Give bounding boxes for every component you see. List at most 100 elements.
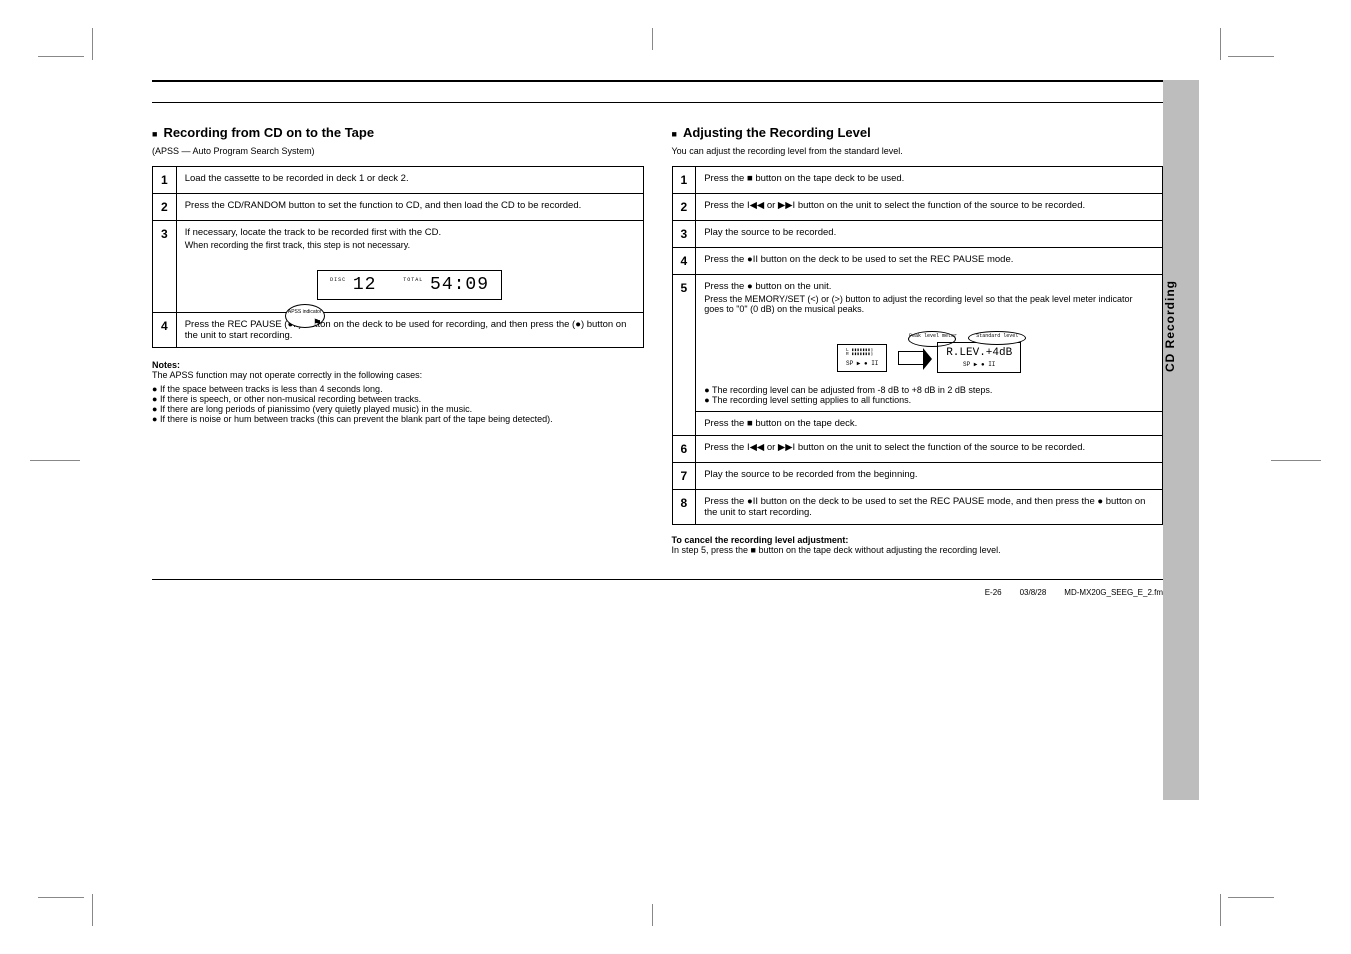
step-text: Press the I◀◀ or ▶▶I button on the unit … [696,194,1163,221]
total-label: TOTAL [403,277,423,283]
crop-mark [1271,460,1321,461]
lcd-mini-left: Peak level meter L ▮▮▮▮▮▮▮▯R ▮▮▮▮▮▮▮▯ SP… [837,344,887,372]
step-text: If necessary, locate the track to be rec… [185,227,635,238]
step-number: 1 [153,167,177,194]
step-number: 5 [672,275,696,436]
note-item: The recording level can be adjusted from… [704,385,1154,395]
crop-mark [1220,894,1221,926]
page-content: CD Recording ■ Recording from CD on to t… [152,80,1163,854]
step-number: 3 [672,221,696,248]
crop-mark [92,28,93,60]
crop-mark [1228,897,1274,898]
right-steps-table: 1 Press the ■ button on the tape deck to… [672,166,1164,525]
step-text: Load the cassette to be recorded in deck… [176,167,643,194]
flag-icon: ⚑ [313,318,322,329]
table-row: 6 Press the I◀◀ or ▶▶I button on the uni… [672,436,1163,463]
right-heading: ■ Adjusting the Recording Level [672,125,1164,140]
step-number: 3 [153,221,177,313]
left-subheading: (APSS — Auto Program Search System) [152,146,644,156]
tape-icons: SP ▶ ● II [846,360,878,367]
step-number: 2 [153,194,177,221]
right-column: ■ Adjusting the Recording Level You can … [672,113,1164,555]
step-number: 6 [672,436,696,463]
footer-file: MD-MX20G_SEEG_E_2.fm [1064,588,1163,597]
disc-number: 12 [353,275,377,295]
table-row: 7 Play the source to be recorded from th… [672,463,1163,490]
footer: E-26 03/8/28 MD-MX20G_SEEG_E_2.fm [152,588,1163,597]
step-subtext: When recording the first track, this ste… [185,240,635,250]
side-tab-label: CD Recording [1163,280,1199,372]
cancel-text: In step 5, press the ■ button on the tap… [672,545,1001,555]
page-number: E-26 [985,588,1002,597]
tape-icons: SP ▶ ● II [946,361,1012,368]
step-text: Press the I◀◀ or ▶▶I button on the unit … [696,436,1163,463]
table-row: 2 Press the CD/RANDOM button to set the … [153,194,644,221]
cancel-title: To cancel the recording level adjustment… [672,535,849,545]
time-display: 54:09 [430,275,489,295]
left-heading-text: Recording from CD on to the Tape [163,125,374,140]
step-number: 4 [672,248,696,275]
step-text: Press the CD/RANDOM button to set the fu… [176,194,643,221]
level-meter-graphic: L ▮▮▮▮▮▮▮▯R ▮▮▮▮▮▮▮▯ [846,349,878,358]
lcd-mini-right: Standard level R.LEV.+4dB SP ▶ ● II [937,342,1021,373]
step-number: 4 [153,313,177,348]
step-number: 2 [672,194,696,221]
square-bullet-icon: ■ [152,129,157,139]
table-row: 4 Press the REC PAUSE (●II) button on th… [153,313,644,348]
step-text: Press the ●II button on the deck to be u… [696,248,1163,275]
note-item: The recording level setting applies to a… [704,395,1154,405]
notes-block: Notes: The APSS function may not operate… [152,360,644,424]
disc-label: DISC [330,277,346,283]
crop-mark [1228,56,1274,57]
right-subheading: You can adjust the recording level from … [672,146,1164,156]
arrow-right-icon [898,351,924,365]
note-item: If the space between tracks is less than… [152,384,644,394]
lcd-wrap: APSS indicator ⚑ DISC 12 TOTAL 54:09 [185,260,635,306]
table-row: 2 Press the I◀◀ or ▶▶I button on the uni… [672,194,1163,221]
step-text: Play the source to be recorded from the … [696,463,1163,490]
bottom-rule [152,579,1163,580]
table-row: 1 Press the ■ button on the tape deck to… [672,167,1163,194]
lcd-display: DISC 12 TOTAL 54:09 [317,270,502,300]
tape-sp: SP [846,360,853,367]
footer-date: 03/8/28 [1020,588,1047,597]
table-row: Press the ■ button on the tape deck. [672,412,1163,436]
cancel-block: To cancel the recording level adjustment… [672,535,1164,555]
rec-level-text: R.LEV.+4dB [946,347,1012,359]
step-text: Press the ● button on the unit. [704,281,1154,292]
table-row: 8 Press the ●II button on the deck to be… [672,490,1163,525]
standard-level-bubble: Standard level [968,331,1026,345]
step-number: 8 [672,490,696,525]
table-row: 4 Press the ●II button on the deck to be… [672,248,1163,275]
top-rule [152,80,1163,82]
tape-sp: SP [963,361,970,368]
table-row: 1 Load the cassette to be recorded in de… [153,167,644,194]
transport-icons: ▶ ● II [974,361,996,368]
notes-title: Notes: [152,360,180,370]
note-text: The APSS function may not operate correc… [152,370,644,380]
crop-mark [92,894,93,926]
step-subtext: Press the MEMORY/SET (<) or (>) button t… [704,294,1154,314]
crop-mark [38,56,84,57]
table-row: 3 Play the source to be recorded. [672,221,1163,248]
crop-mark [652,904,653,926]
step-text: Press the ■ button on the tape deck. [696,412,1163,436]
crop-mark [652,28,653,50]
step-text: Press the REC PAUSE (●II) button on the … [176,313,643,348]
crop-mark [38,897,84,898]
note-item: If there is speech, or other non-musical… [152,394,644,404]
step-number: 1 [672,167,696,194]
step-text: Press the ■ button on the tape deck to b… [696,167,1163,194]
square-bullet-icon: ■ [672,129,677,139]
side-tab: CD Recording [1163,80,1199,800]
step-number: 7 [672,463,696,490]
step-text: Press the ●II button on the deck to be u… [696,490,1163,525]
step-cell: If necessary, locate the track to be rec… [176,221,643,313]
left-steps-table: 1 Load the cassette to be recorded in de… [152,166,644,348]
step-cell: Press the ● button on the unit. Press th… [696,275,1163,412]
table-row: 5 Press the ● button on the unit. Press … [672,275,1163,412]
crop-mark [30,460,80,461]
lcd-row: Peak level meter L ▮▮▮▮▮▮▮▯R ▮▮▮▮▮▮▮▯ SP… [704,324,1154,381]
step-text: Play the source to be recorded. [696,221,1163,248]
thin-rule [152,102,1163,103]
